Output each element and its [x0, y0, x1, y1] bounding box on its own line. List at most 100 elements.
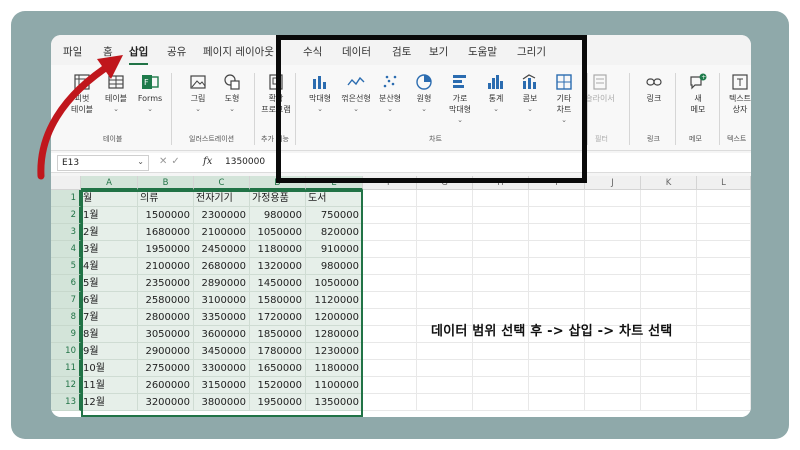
empty-cell[interactable]: [697, 343, 751, 360]
table-cell[interactable]: 3050000: [138, 326, 194, 343]
column-header-J[interactable]: J: [585, 176, 641, 190]
empty-cell[interactable]: [697, 275, 751, 292]
empty-cell[interactable]: [529, 207, 585, 224]
table-cell[interactable]: 2300000: [194, 207, 250, 224]
empty-cell[interactable]: [363, 241, 417, 258]
table-cell[interactable]: 가정용품: [250, 190, 306, 207]
table-cell[interactable]: 8월: [81, 326, 138, 343]
table-cell[interactable]: 1950000: [138, 241, 194, 258]
table-cell[interactable]: 2900000: [138, 343, 194, 360]
column-header-C[interactable]: C: [194, 176, 250, 190]
empty-cell[interactable]: [641, 275, 697, 292]
empty-cell[interactable]: [417, 190, 473, 207]
cancel-confirm-icons[interactable]: ✕✓: [159, 156, 184, 167]
table-cell[interactable]: 1680000: [138, 224, 194, 241]
empty-cell[interactable]: [473, 207, 529, 224]
empty-cell[interactable]: [363, 190, 417, 207]
empty-cell[interactable]: [363, 360, 417, 377]
empty-cell[interactable]: [363, 292, 417, 309]
empty-cell[interactable]: [641, 360, 697, 377]
table-cell[interactable]: 3350000: [194, 309, 250, 326]
empty-cell[interactable]: [363, 377, 417, 394]
table-cell[interactable]: 1850000: [250, 326, 306, 343]
empty-cell[interactable]: [697, 292, 751, 309]
table-cell[interactable]: 1180000: [250, 241, 306, 258]
empty-cell[interactable]: [641, 258, 697, 275]
table-cell[interactable]: 750000: [306, 207, 363, 224]
empty-cell[interactable]: [363, 258, 417, 275]
table-cell[interactable]: 1650000: [250, 360, 306, 377]
table-cell[interactable]: 1280000: [306, 326, 363, 343]
function-icon[interactable]: fx: [203, 156, 212, 167]
empty-cell[interactable]: [529, 343, 585, 360]
row-header[interactable]: 5: [51, 258, 81, 275]
row-header[interactable]: 1: [51, 190, 81, 207]
empty-cell[interactable]: [585, 258, 641, 275]
table-cell[interactable]: 1050000: [306, 275, 363, 292]
empty-cell[interactable]: [585, 190, 641, 207]
table-cell[interactable]: 10월: [81, 360, 138, 377]
empty-cell[interactable]: [585, 377, 641, 394]
empty-cell[interactable]: [641, 207, 697, 224]
table-cell[interactable]: 980000: [306, 258, 363, 275]
tab-share[interactable]: 공유: [167, 44, 186, 59]
table-cell[interactable]: 980000: [250, 207, 306, 224]
table-cell[interactable]: 2750000: [138, 360, 194, 377]
table-cell[interactable]: 3300000: [194, 360, 250, 377]
table-cell[interactable]: 2600000: [138, 377, 194, 394]
table-cell[interactable]: 월: [81, 190, 138, 207]
table-cell[interactable]: 1720000: [250, 309, 306, 326]
table-cell[interactable]: 1520000: [250, 377, 306, 394]
table-cell[interactable]: 2890000: [194, 275, 250, 292]
row-header[interactable]: 7: [51, 292, 81, 309]
table-cell[interactable]: 12월: [81, 394, 138, 411]
empty-cell[interactable]: [529, 275, 585, 292]
shapes-button[interactable]: 도형 ⌄: [215, 73, 249, 115]
row-header[interactable]: 4: [51, 241, 81, 258]
empty-cell[interactable]: [585, 207, 641, 224]
empty-cell[interactable]: [473, 360, 529, 377]
table-cell[interactable]: 2800000: [138, 309, 194, 326]
table-cell[interactable]: 2100000: [138, 258, 194, 275]
table-cell[interactable]: 820000: [306, 224, 363, 241]
table-cell[interactable]: 2월: [81, 224, 138, 241]
empty-cell[interactable]: [641, 224, 697, 241]
slicer-button[interactable]: 슬라이서: [583, 73, 617, 104]
empty-cell[interactable]: [697, 326, 751, 343]
empty-cell[interactable]: [473, 241, 529, 258]
formula-value[interactable]: 1350000: [225, 157, 265, 167]
empty-cell[interactable]: [585, 343, 641, 360]
table-cell[interactable]: 1050000: [250, 224, 306, 241]
table-cell[interactable]: 전자기기: [194, 190, 250, 207]
empty-cell[interactable]: [697, 241, 751, 258]
empty-cell[interactable]: [529, 258, 585, 275]
empty-cell[interactable]: [417, 343, 473, 360]
row-header[interactable]: 12: [51, 377, 81, 394]
row-header[interactable]: 6: [51, 275, 81, 292]
empty-cell[interactable]: [697, 377, 751, 394]
empty-cell[interactable]: [529, 394, 585, 411]
column-header-K[interactable]: K: [641, 176, 697, 190]
spreadsheet-grid[interactable]: A B C D E F G H I J K L 1 월 의류 전자기기 가정용품 도서 2 1월 1500000 2300…: [51, 176, 751, 417]
table-cell[interactable]: 의류: [138, 190, 194, 207]
table-cell[interactable]: 2100000: [194, 224, 250, 241]
table-cell[interactable]: 3450000: [194, 343, 250, 360]
table-cell[interactable]: 7월: [81, 309, 138, 326]
empty-cell[interactable]: [529, 360, 585, 377]
table-cell[interactable]: 1100000: [306, 377, 363, 394]
table-cell[interactable]: 1320000: [250, 258, 306, 275]
table-cell[interactable]: 2350000: [138, 275, 194, 292]
table-cell[interactable]: 5월: [81, 275, 138, 292]
table-cell[interactable]: 4월: [81, 258, 138, 275]
empty-cell[interactable]: [697, 207, 751, 224]
empty-cell[interactable]: [641, 292, 697, 309]
empty-cell[interactable]: [473, 377, 529, 394]
table-cell[interactable]: 2450000: [194, 241, 250, 258]
empty-cell[interactable]: [363, 343, 417, 360]
table-cell[interactable]: 1180000: [306, 360, 363, 377]
row-header[interactable]: 10: [51, 343, 81, 360]
table-cell[interactable]: 1950000: [250, 394, 306, 411]
empty-cell[interactable]: [529, 377, 585, 394]
column-header-L[interactable]: L: [697, 176, 751, 190]
empty-cell[interactable]: [641, 377, 697, 394]
